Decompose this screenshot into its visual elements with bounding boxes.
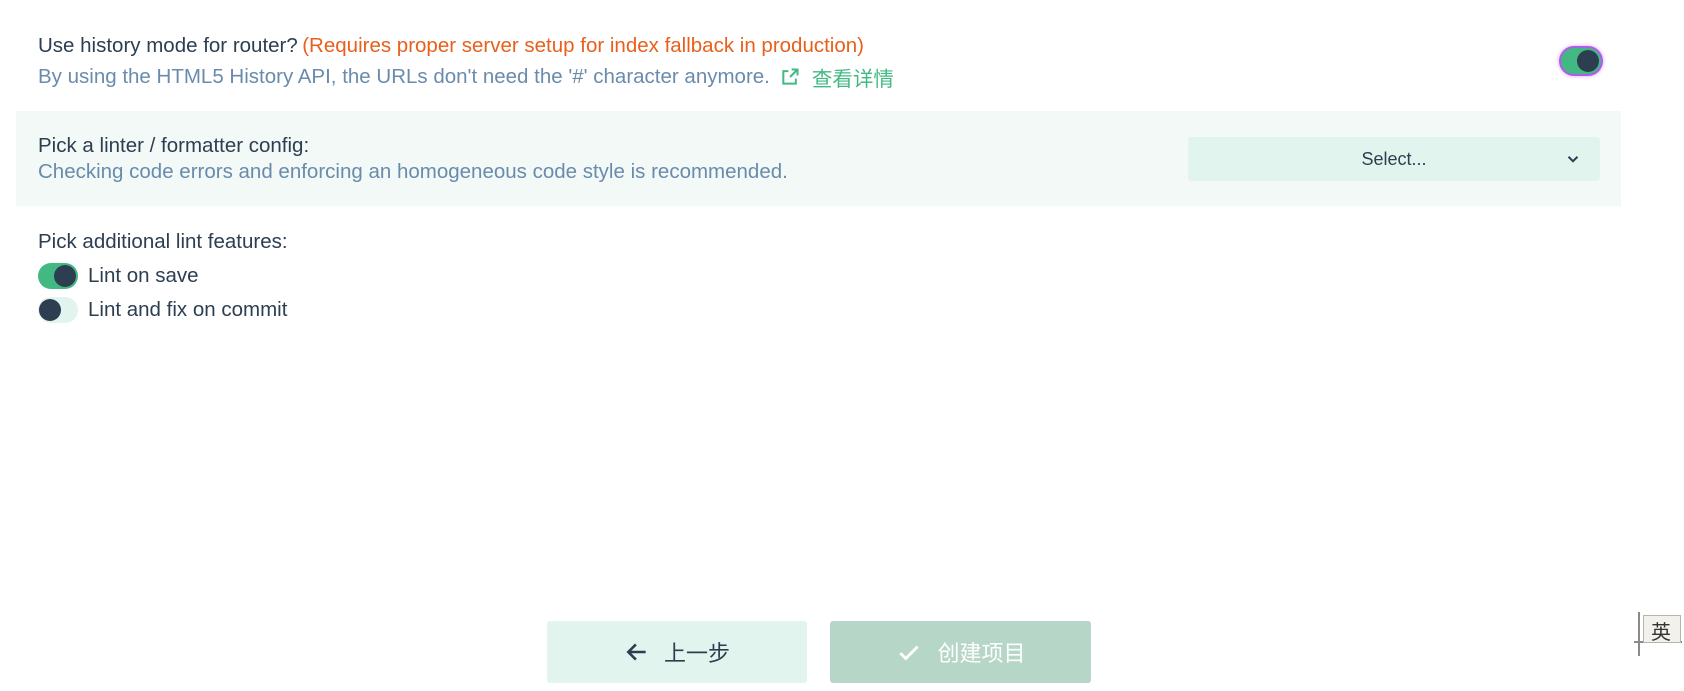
linter-description: Checking code errors and enforcing an ho… [38, 160, 788, 183]
lint-option-row[interactable]: Lint and fix on commit [38, 296, 438, 324]
router-title-line: Use history mode for router? (Requires p… [38, 34, 864, 58]
lint-features-section: Pick additional lint features: Lint on s… [38, 226, 638, 326]
create-project-button[interactable]: 创建项目 [830, 621, 1091, 683]
ime-indicator[interactable]: 英 [1634, 611, 1682, 656]
router-description: By using the HTML5 History API, the URLs… [38, 65, 770, 88]
chevron-down-icon [1567, 156, 1579, 163]
select-value: Select... [1361, 148, 1427, 169]
router-warning: (Requires proper server setup for index … [302, 34, 864, 57]
lint-fix-on-commit-label: Lint and fix on commit [88, 298, 288, 321]
router-history-toggle[interactable] [1561, 48, 1601, 74]
toggle-knob [54, 265, 76, 287]
check-icon [899, 645, 920, 661]
toggle-knob [1577, 50, 1599, 72]
linter-config-select[interactable]: Select... [1188, 137, 1600, 181]
lint-fix-on-commit-toggle[interactable] [38, 297, 78, 323]
ime-label: 英 [1651, 620, 1671, 644]
external-link-icon [782, 68, 799, 85]
router-more-info-link[interactable]: 查看详情 [780, 62, 894, 92]
arrow-left-icon [626, 643, 646, 661]
toggle-knob [39, 299, 61, 321]
router-section: Use history mode for router? (Requires p… [16, 30, 1621, 92]
router-more-info-label: 查看详情 [811, 68, 894, 91]
linter-title: Pick a linter / formatter config: [38, 134, 310, 157]
router-title: Use history mode for router? [38, 34, 298, 57]
lint-on-save-toggle[interactable] [38, 263, 78, 289]
lint-option-row[interactable]: Lint on save [38, 262, 438, 290]
lint-features-title: Pick additional lint features: [38, 230, 288, 253]
create-project-label: 创建项目 [937, 641, 1026, 666]
router-description-line: By using the HTML5 History API, the URLs… [38, 62, 894, 92]
back-button-label: 上一步 [663, 641, 730, 666]
back-button[interactable]: 上一步 [547, 621, 807, 683]
lint-on-save-label: Lint on save [88, 264, 199, 287]
